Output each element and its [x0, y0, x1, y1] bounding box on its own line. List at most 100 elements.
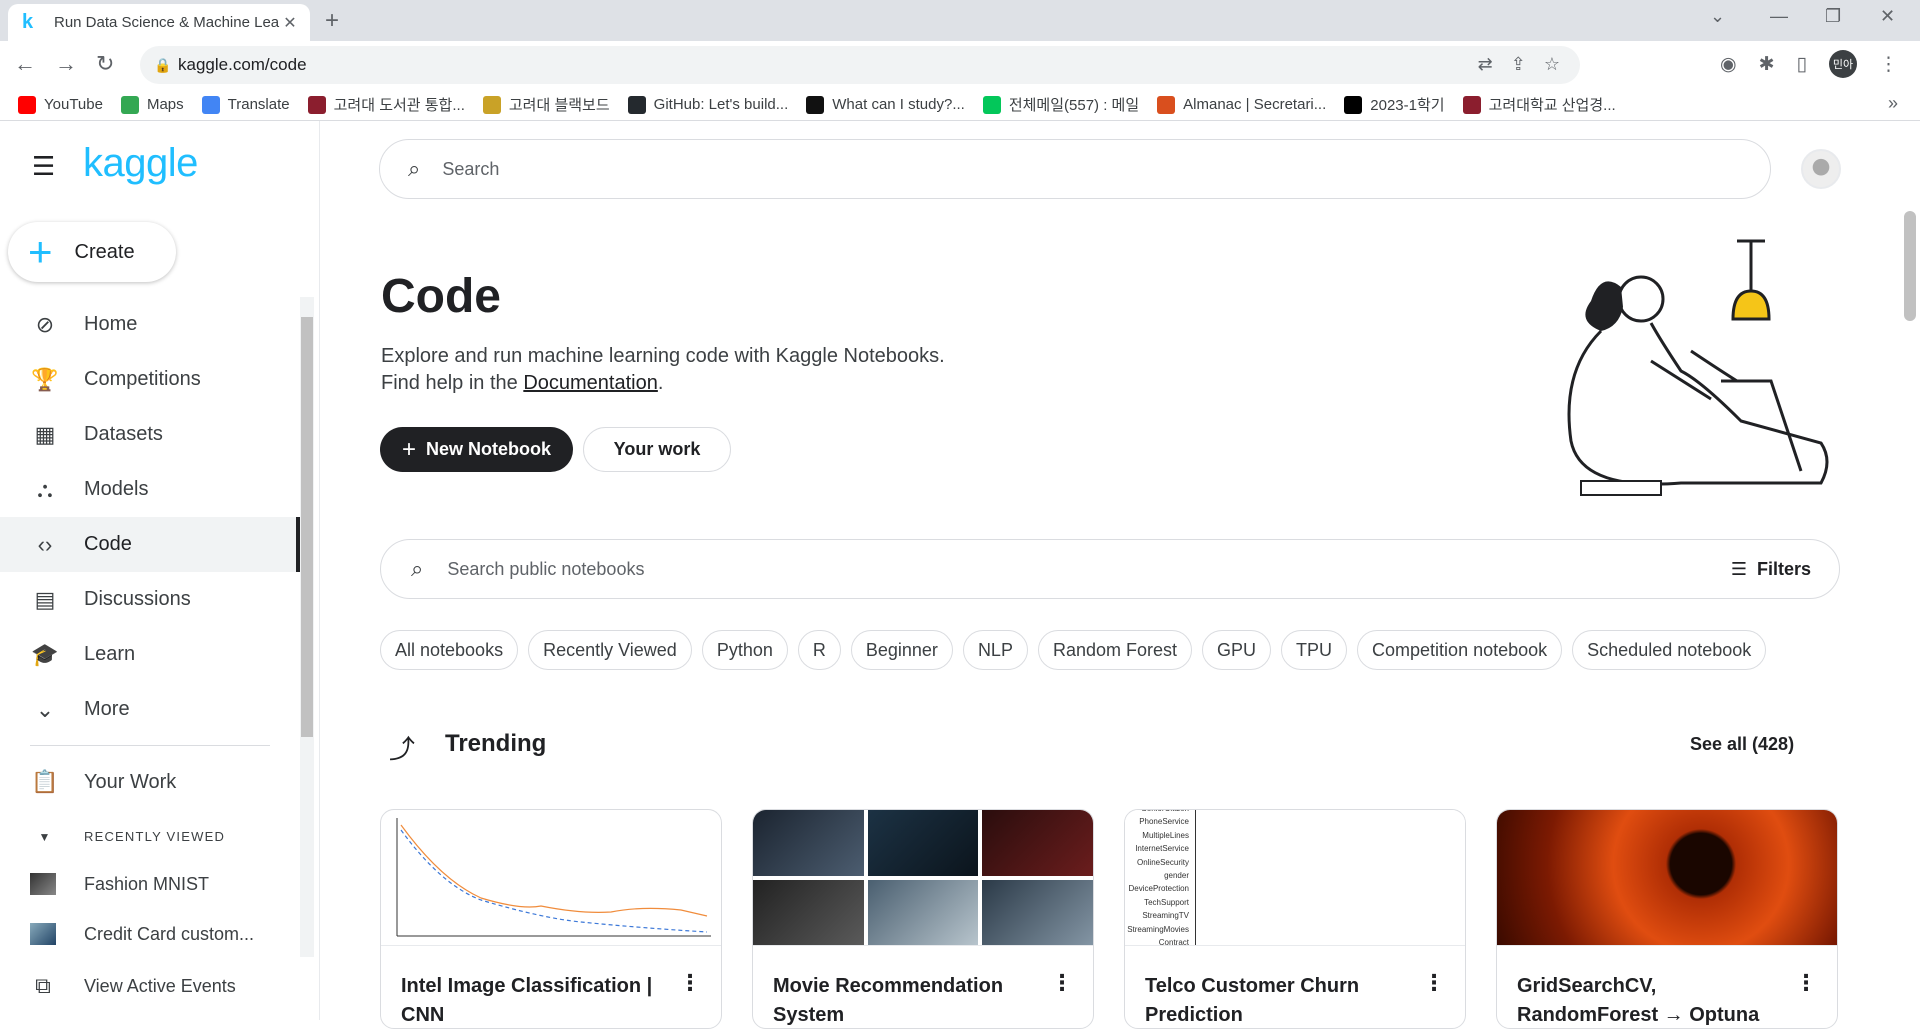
url-text[interactable]: kaggle.com/code — [178, 55, 307, 75]
browser-tab[interactable]: k Run Data Science & Machine Learning Co… — [8, 4, 310, 41]
bookmarks-overflow-icon[interactable]: » — [1888, 93, 1898, 114]
bookmark-item[interactable]: 고려대 블랙보드 — [482, 94, 610, 115]
sidebar-item-competitions[interactable]: 🏆 Competitions — [0, 352, 300, 407]
more-options-icon[interactable]: ⋮ — [1051, 970, 1073, 996]
page-scrollbar[interactable] — [1900, 121, 1920, 1020]
bookmark-favicon-icon — [806, 95, 825, 114]
notebook-search-input[interactable]: Search public notebooks — [447, 559, 1731, 580]
your-work-button[interactable]: Your work — [583, 427, 731, 472]
restore-icon[interactable]: ❐ — [1825, 6, 1841, 27]
filter-chip[interactable]: NLP — [962, 630, 1028, 670]
sidebar-item-more[interactable]: ⌄ More — [0, 682, 300, 737]
address-bar[interactable]: 🔒 kaggle.com/code ⇄ ⇪ ☆ — [140, 46, 1580, 84]
bookmark-item[interactable]: 2023-1학기 — [1344, 94, 1445, 115]
notebook-card[interactable]: SeniorCitizenPhoneServiceMultipleLinesIn… — [1124, 809, 1466, 1029]
filter-chip[interactable]: Python — [701, 630, 788, 670]
filter-chip[interactable]: Scheduled notebook — [1572, 630, 1767, 670]
lock-icon[interactable]: 🔒 — [154, 57, 178, 74]
more-options-icon[interactable]: ⋮ — [679, 970, 701, 996]
browser-menu-icon[interactable]: ⋮ — [1879, 53, 1898, 76]
compass-icon: ⊘ — [35, 311, 55, 337]
notebook-card[interactable]: Intel Image Classification | CNN ⋮ — [380, 809, 722, 1029]
new-tab-icon[interactable]: + — [325, 7, 339, 35]
hamburger-menu-icon[interactable]: ☰ — [32, 151, 55, 182]
browser-toolbar: ← → ↻ 🔒 kaggle.com/code ⇄ ⇪ ☆ — [0, 41, 1920, 89]
sidebar-item-datasets[interactable]: ▦ Datasets — [0, 407, 300, 462]
sidebar-item-learn[interactable]: 🎓 Learn — [0, 627, 300, 682]
reload-icon[interactable]: ↻ — [96, 51, 114, 77]
see-all-link[interactable]: See all (428) — [1690, 734, 1794, 755]
sidebar-item-discussions[interactable]: ▤ Discussions — [0, 572, 300, 627]
extensions-puzzle-icon[interactable]: ✱ — [1759, 53, 1775, 76]
notebook-title[interactable]: Telco Customer Churn Prediction — [1145, 972, 1415, 1028]
create-button[interactable]: + Create — [8, 222, 176, 282]
profile-avatar[interactable]: 민아 — [1828, 50, 1857, 78]
back-icon[interactable]: ← — [14, 51, 36, 77]
tab-strip: k Run Data Science & Machine Learning Co… — [0, 0, 1920, 41]
bookmark-star-icon[interactable]: ☆ — [1544, 54, 1560, 75]
sidebar-scrollbar[interactable] — [300, 297, 314, 957]
site-search[interactable]: ⌕ Search — [379, 139, 1771, 199]
camera-icon[interactable]: ◉ — [1720, 53, 1737, 76]
discussion-icon: ▤ — [34, 586, 56, 612]
sidebar-item-view-active-events[interactable]: ⧉ View Active Events — [30, 973, 236, 999]
more-options-icon[interactable]: ⋮ — [1423, 970, 1445, 996]
recent-item-credit-card[interactable]: Credit Card custom... — [30, 923, 254, 945]
sidebar-item-models[interactable]: ⛬ Models — [0, 462, 300, 517]
notebook-search[interactable]: ⌕ Search public notebooks ☰ Filters — [380, 539, 1840, 599]
notebook-card[interactable]: Movie Recommendation System ⋮ — [752, 809, 1094, 1029]
recently-viewed-header[interactable]: ▼ RECENTLY VIEWED — [30, 829, 225, 844]
feature-label: DeviceProtection — [1128, 884, 1189, 894]
user-avatar[interactable] — [1801, 149, 1841, 189]
kaggle-logo[interactable]: kaggle — [83, 141, 198, 186]
notebook-card[interactable]: GridSearchCV, RandomForest → Optuna ⋮ — [1496, 809, 1838, 1029]
share-icon[interactable]: ⇪ — [1511, 54, 1526, 75]
minimize-icon[interactable]: — — [1770, 6, 1788, 27]
recent-item-label: Fashion MNIST — [84, 873, 210, 894]
feature-label: InternetService — [1135, 844, 1189, 854]
bookmark-favicon-icon — [1157, 95, 1176, 114]
filter-icon: ☰ — [1730, 558, 1747, 579]
sidebar-item-home[interactable]: ⊘ Home — [0, 297, 300, 352]
filter-chip[interactable]: TPU — [1281, 630, 1348, 670]
bookmark-item[interactable]: GitHub: Let's build... — [627, 95, 788, 114]
page-title: Code — [381, 270, 501, 323]
bookmark-item[interactable]: 전체메일(557) : 메일 — [982, 94, 1139, 115]
more-options-icon[interactable]: ⋮ — [1795, 970, 1817, 996]
forward-icon[interactable]: → — [55, 51, 77, 77]
bookmark-item[interactable]: 고려대 도서관 통합... — [307, 94, 465, 115]
sidebar-item-your-work[interactable]: 📋 Your Work — [30, 769, 176, 795]
feature-label: Contract — [1158, 938, 1189, 946]
bookmark-favicon-icon — [1344, 95, 1363, 114]
bookmark-item[interactable]: YouTube — [18, 95, 103, 114]
bookmark-item[interactable]: Maps — [120, 95, 184, 114]
tab-close-icon[interactable]: ✕ — [280, 13, 300, 33]
filter-chip[interactable]: Competition notebook — [1357, 630, 1563, 670]
loss-curve-thumbnail-icon — [396, 818, 711, 937]
recent-item-fashion-mnist[interactable]: Fashion MNIST — [30, 873, 209, 895]
search-input[interactable]: Search — [442, 159, 499, 180]
bookmark-item[interactable]: 고려대학교 산업경... — [1462, 94, 1616, 115]
tab-search-icon[interactable]: ⌄ — [1710, 6, 1725, 27]
filter-chip[interactable]: Recently Viewed — [528, 630, 692, 670]
filter-chip[interactable]: Beginner — [850, 630, 953, 670]
filters-button[interactable]: ☰ Filters — [1731, 559, 1811, 580]
bookmark-label: 고려대 도서관 통합... — [333, 97, 465, 114]
notebook-title[interactable]: GridSearchCV, RandomForest → Optuna — [1517, 972, 1787, 1028]
translate-page-icon[interactable]: ⇄ — [1478, 54, 1493, 75]
notebook-title[interactable]: Movie Recommendation System — [773, 972, 1043, 1028]
notebook-title[interactable]: Intel Image Classification | CNN — [401, 972, 671, 1028]
window-close-icon[interactable]: ✕ — [1880, 6, 1895, 27]
filter-chip[interactable]: Random Forest — [1037, 630, 1193, 670]
bookmark-item[interactable]: Translate — [201, 95, 290, 114]
filter-chip[interactable]: GPU — [1202, 630, 1272, 670]
filter-chip[interactable]: All notebooks — [380, 630, 519, 670]
filter-chip[interactable]: R — [797, 630, 841, 670]
bookmark-item[interactable]: Almanac | Secretari... — [1157, 95, 1326, 114]
trending-icon: ⤴ — [389, 734, 416, 764]
side-panel-icon[interactable]: ▯ — [1797, 53, 1807, 76]
documentation-link[interactable]: Documentation — [523, 372, 658, 394]
new-notebook-button[interactable]: + New Notebook — [380, 427, 573, 472]
bookmark-item[interactable]: What can I study?... — [806, 95, 965, 114]
sidebar-item-code[interactable]: ‹› Code — [0, 517, 300, 572]
